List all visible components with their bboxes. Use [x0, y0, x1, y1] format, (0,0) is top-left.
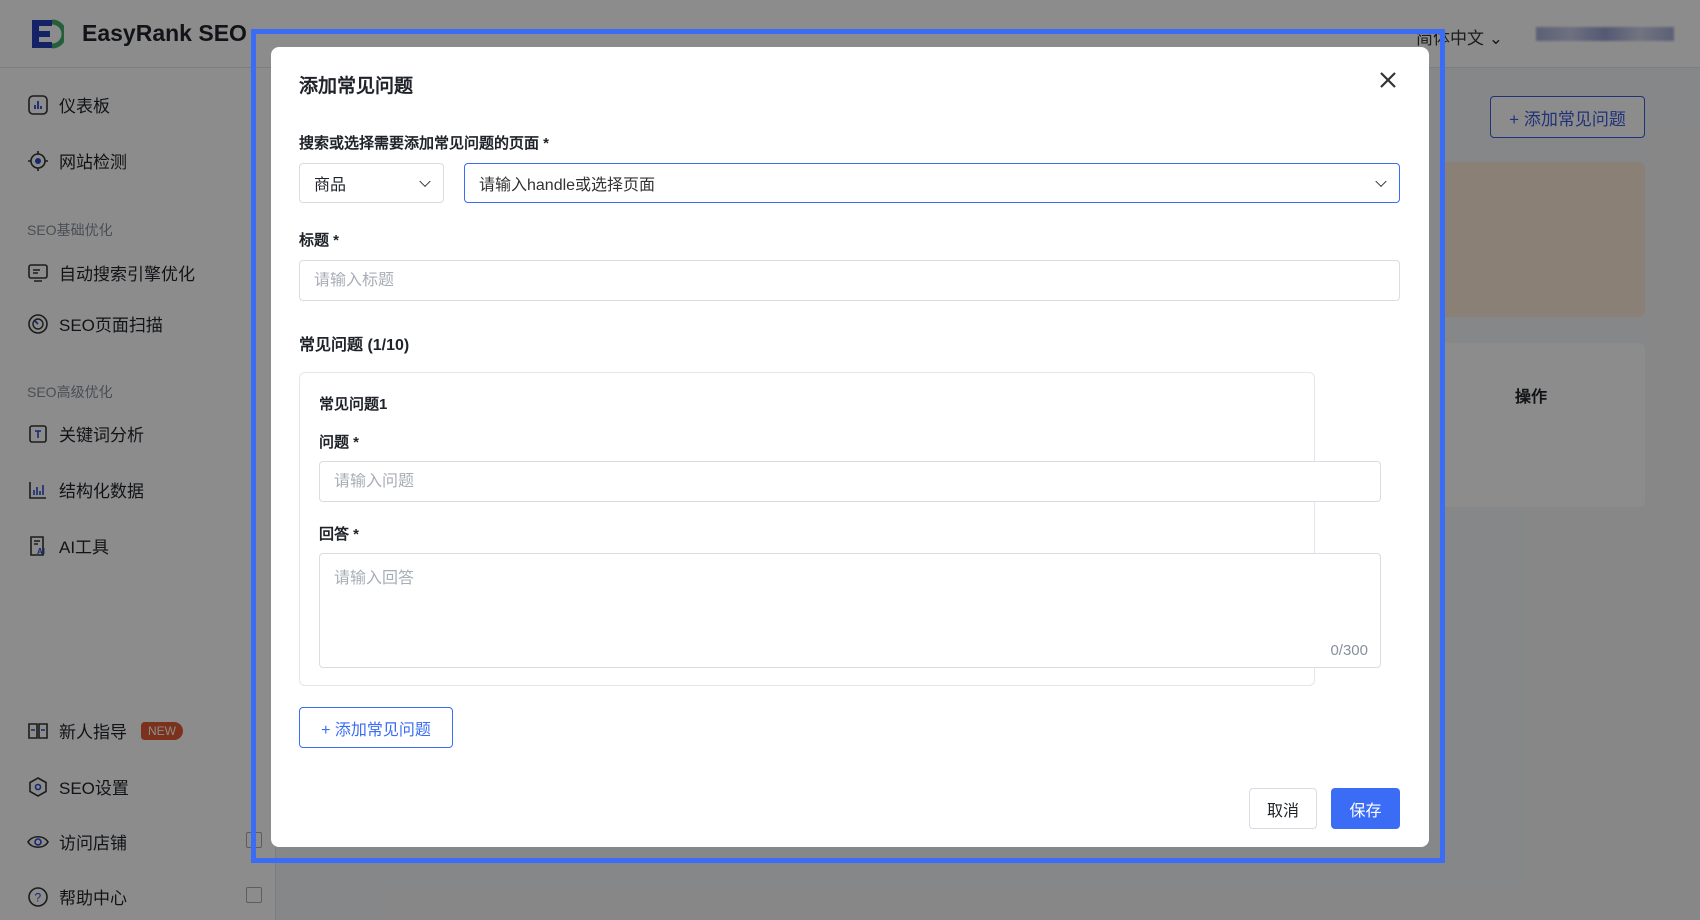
page-select-label: 搜索或选择需要添加常见问题的页面 * — [299, 135, 550, 152]
answer-field[interactable]: 0/300 — [319, 553, 1381, 668]
question-field[interactable] — [319, 461, 1381, 502]
page-search-select[interactable]: 请输入handle或选择页面 — [464, 163, 1400, 203]
add-faq-modal: 添加常见问题 搜索或选择需要添加常见问题的页面 * 商品 请输入handle或选… — [271, 47, 1429, 847]
chevron-down-icon — [419, 175, 431, 188]
faq-item-heading: 常见问题1 — [319, 396, 388, 413]
modal-title: 添加常见问题 — [299, 76, 414, 97]
close-icon[interactable] — [1375, 67, 1401, 93]
title-label: 标题 * — [299, 232, 340, 249]
answer-char-count: 0/300 — [1330, 642, 1368, 659]
answer-label: 回答 * — [319, 526, 360, 543]
faq-section-title: 常见问题 (1/10) — [299, 337, 410, 354]
question-label: 问题 * — [319, 434, 360, 451]
save-button[interactable]: 保存 — [1331, 788, 1400, 829]
page-search-placeholder: 请输入handle或选择页面 — [479, 177, 656, 194]
chevron-down-icon — [1375, 175, 1387, 188]
page-type-select[interactable]: 商品 — [299, 163, 444, 203]
page-type-value: 商品 — [314, 177, 347, 194]
add-faq-item-button[interactable]: + 添加常见问题 — [299, 707, 453, 748]
title-field[interactable] — [299, 260, 1400, 301]
cancel-button[interactable]: 取消 — [1249, 788, 1317, 829]
question-input[interactable] — [334, 472, 1366, 491]
answer-textarea[interactable] — [334, 564, 1366, 634]
title-input[interactable] — [314, 271, 1385, 290]
faq-item-card: 常见问题1 问题 * 回答 * 0/300 — [299, 372, 1381, 686]
